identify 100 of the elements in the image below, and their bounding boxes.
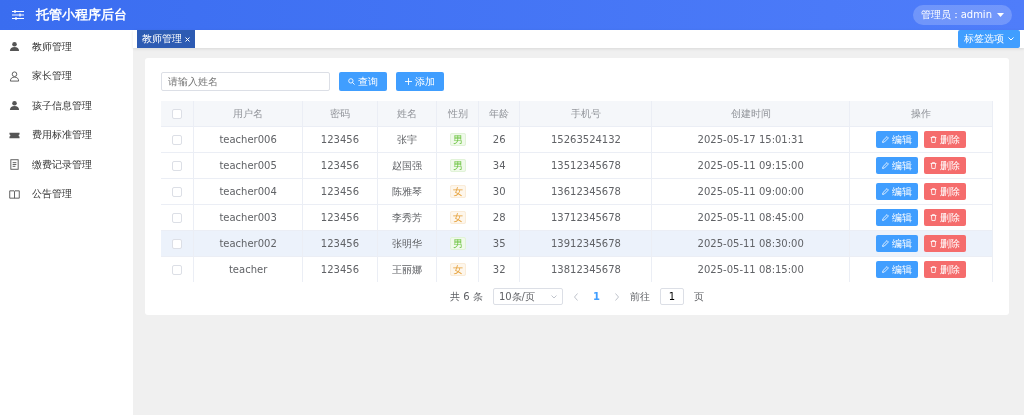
table-row[interactable]: teacher004 123456 陈雅琴 女 30 13612345678 2025-05-11 09:00:00 编辑 删除 [161,178,993,205]
delete-button[interactable]: 删除 [924,261,966,278]
row-checkbox[interactable] [172,265,182,275]
gender-tag: 女 [449,262,466,276]
column-header: 创建时间 [730,107,771,119]
table-cell: 28 [492,212,506,223]
query-button[interactable]: 查询 [339,72,387,91]
page-size-select[interactable]: 10条/页 [492,288,563,305]
table-cell: 123456 [320,212,359,223]
pencil-icon [882,240,889,247]
table-row[interactable]: teacher005 123456 赵国强 男 34 13512345678 2025-05-11 09:15:00 编辑 删除 [161,152,993,179]
row-checkbox[interactable] [172,161,182,171]
gender-tag: 女 [449,184,466,198]
sidebar-item[interactable]: 教师管理 [0,32,133,62]
table-row[interactable]: teacher003 123456 李秀芳 女 28 13712345678 2025-05-11 08:45:00 编辑 删除 [161,204,993,231]
delete-button[interactable]: 删除 [924,157,966,174]
previous-page-icon[interactable] [572,292,579,301]
edit-button[interactable]: 编辑 [876,261,918,278]
trash-icon [930,240,937,247]
edit-button[interactable]: 编辑 [876,131,918,148]
search-icon [348,78,355,85]
table-cell: 13512345678 [550,160,621,171]
book-icon [9,188,20,200]
person-icon [9,70,20,82]
table-row[interactable]: teacher 123456 王丽娜 女 32 13812345678 2025-05-11 08:15:00 编辑 删除 [161,256,993,282]
app-title: 托管小程序后台 [36,6,127,24]
trash-icon [930,162,937,169]
table-cell: 34 [492,160,506,171]
menu-icon[interactable] [12,10,24,20]
row-checkbox[interactable] [172,135,182,145]
close-icon[interactable] [185,36,190,42]
person-icon [9,41,20,53]
person-icon [9,100,20,112]
column-header: 操作 [911,107,931,119]
tag-options-button[interactable]: 标签选项 [958,30,1020,48]
sidebar-item[interactable]: 家长管理 [0,61,133,91]
plus-icon [405,78,412,85]
sidebar-item[interactable]: 孩子信息管理 [0,91,133,121]
table-row[interactable]: teacher002 123456 张明华 男 35 13912345678 2025-05-11 08:30:00 编辑 删除 [161,230,993,257]
user-menu[interactable]: 管理员：admin [912,5,1012,25]
table-row[interactable]: teacher006 123456 张宇 男 26 15263524132 2025-05-17 15:01:31 编辑 删除 [161,126,993,153]
table-cell: 13612345678 [550,186,621,197]
table-cell: 123456 [320,238,359,249]
goto-label: 前往 [629,289,650,304]
gender-tag: 女 [449,210,466,224]
table-cell: teacher005 [219,160,277,171]
row-checkbox[interactable] [172,213,182,223]
add-button[interactable]: 添加 [396,72,444,91]
table-cell: 123456 [320,264,359,275]
table-cell: 123456 [320,134,359,145]
table-cell: 2025-05-11 08:45:00 [697,212,804,223]
chevron-down-icon [550,294,557,299]
table-cell: 30 [492,186,506,197]
delete-button[interactable]: 删除 [924,131,966,148]
column-header: 年龄 [489,107,510,119]
sidebar-item[interactable]: 费用标准管理 [0,120,133,150]
trash-icon [930,188,937,195]
table-cell: 123456 [320,186,359,197]
row-checkbox[interactable] [172,187,182,197]
table-cell: 13812345678 [550,264,621,275]
table-cell: 2025-05-11 08:15:00 [697,264,804,275]
next-page-icon[interactable] [613,292,620,301]
page-tab[interactable]: 教师管理 [137,30,195,48]
delete-button[interactable]: 删除 [924,183,966,200]
table-cell: 张宇 [397,133,417,145]
trash-icon [930,214,937,221]
table-cell: teacher002 [219,238,277,249]
page-input[interactable]: 1 [659,288,684,305]
column-header: 手机号 [570,107,601,119]
table-cell: 赵国强 [392,159,422,171]
pencil-icon [882,162,889,169]
edit-button[interactable]: 编辑 [876,157,918,174]
delete-button[interactable]: 删除 [924,209,966,226]
table-cell: 15263524132 [550,134,621,145]
delete-button[interactable]: 删除 [924,235,966,252]
table-cell: 32 [492,264,506,275]
table-cell: 2025-05-17 15:01:31 [697,134,804,145]
edit-button[interactable]: 编辑 [876,209,918,226]
table-cell: 2025-05-11 09:00:00 [697,186,804,197]
table-cell: 张明华 [392,237,422,249]
caret-icon [997,12,1004,18]
search-field[interactable]: 请输入姓名 [161,72,330,91]
edit-button[interactable]: 编辑 [876,183,918,200]
edit-button[interactable]: 编辑 [876,235,918,252]
select-all-checkbox[interactable] [172,109,182,119]
trash-icon [930,136,937,143]
pencil-icon [882,136,889,143]
row-checkbox[interactable] [172,239,182,249]
column-header: 姓名 [397,107,417,119]
document-icon [9,159,20,171]
sidebar-item[interactable]: 缴费记录管理 [0,150,133,180]
page-number[interactable]: 1 [588,291,604,302]
table-cell: teacher003 [219,212,277,223]
table-cell: 123456 [320,160,359,171]
table-cell: teacher004 [219,186,277,197]
sidebar-item[interactable]: 公告管理 [0,179,133,209]
column-header: 用户名 [233,107,264,119]
table-cell: 26 [492,134,506,145]
gender-tag: 男 [449,132,466,146]
table-cell: teacher006 [219,134,277,145]
